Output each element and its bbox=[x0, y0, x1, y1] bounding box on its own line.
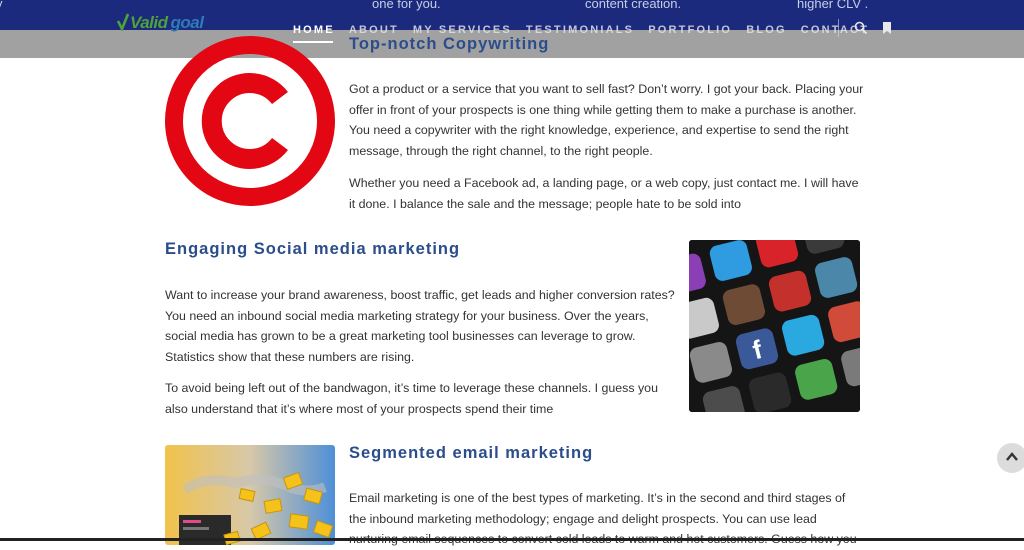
logo-text-accent: goal bbox=[170, 13, 204, 32]
nav-divider bbox=[838, 19, 839, 37]
nav-item-blog[interactable]: BLOG bbox=[746, 24, 787, 36]
scroll-to-top-button[interactable] bbox=[997, 443, 1024, 473]
social-paragraph-1: Want to increase your brand awareness, b… bbox=[165, 285, 680, 367]
site-logo[interactable]: Valid goal bbox=[116, 13, 204, 39]
hero-text-fragment: content creation. bbox=[585, 0, 682, 11]
email-marketing-image bbox=[165, 445, 335, 545]
text-line: it done. I balance the sale and the mess… bbox=[349, 196, 741, 211]
bookmark-icon[interactable] bbox=[880, 21, 894, 35]
text-line: offer in front of your prospects is one … bbox=[349, 102, 857, 117]
hero-text-fragment: y bbox=[0, 0, 3, 11]
section-title-social-media: Engaging Social media marketing bbox=[165, 240, 461, 258]
nav-item-portfolio[interactable]: PORTFOLIO bbox=[648, 24, 732, 36]
text-line: message, through the right channel, to t… bbox=[349, 143, 653, 158]
copyright-symbol-image bbox=[165, 36, 335, 206]
text-line: also understand that it’s where most of … bbox=[165, 401, 554, 416]
social-apps-photo: f bbox=[689, 240, 860, 412]
text-line: You need an inbound social media marketi… bbox=[165, 308, 649, 323]
copywriting-paragraph-1: Got a product or a service that you want… bbox=[349, 79, 864, 161]
text-line: the inbound marketing methodology; engag… bbox=[349, 511, 817, 526]
logo-text: Valid bbox=[130, 13, 168, 32]
hero-text-fragment: one for you. bbox=[372, 0, 441, 11]
logo-check-icon bbox=[116, 13, 130, 33]
nav-item-my-services[interactable]: MY SERVICES bbox=[413, 24, 512, 36]
text-line: To avoid being left out of the bandwagon… bbox=[165, 381, 658, 395]
text-line: You need a copywriter with the right kno… bbox=[349, 123, 849, 138]
social-paragraph-2: To avoid being left out of the bandwagon… bbox=[165, 378, 680, 419]
nav-item-testimonials[interactable]: TESTIMONIALS bbox=[526, 24, 634, 36]
hero-text-fragment: higher CLV . bbox=[797, 0, 869, 11]
nav-item-about[interactable]: ABOUT bbox=[349, 24, 399, 36]
text-line: Statistics show that these numbers are r… bbox=[165, 349, 415, 364]
section-title-email: Segmented email marketing bbox=[349, 444, 594, 462]
text-line: Want to increase your brand awareness, b… bbox=[165, 288, 675, 302]
text-line: Email marketing is one of the best types… bbox=[349, 491, 846, 505]
text-line: Whether you need a Facebook ad, a landin… bbox=[349, 176, 859, 190]
chevron-up-icon bbox=[1006, 449, 1018, 467]
text-line: social media has grown to be a great mar… bbox=[165, 329, 636, 344]
text-line: Got a product or a service that you want… bbox=[349, 82, 864, 96]
copywriting-paragraph-2: Whether you need a Facebook ad, a landin… bbox=[349, 173, 864, 214]
main-menu: HOME ABOUT MY SERVICES TESTIMONIALS PORT… bbox=[293, 20, 883, 43]
search-icon[interactable] bbox=[854, 21, 868, 35]
nav-item-home[interactable]: HOME bbox=[293, 24, 335, 43]
